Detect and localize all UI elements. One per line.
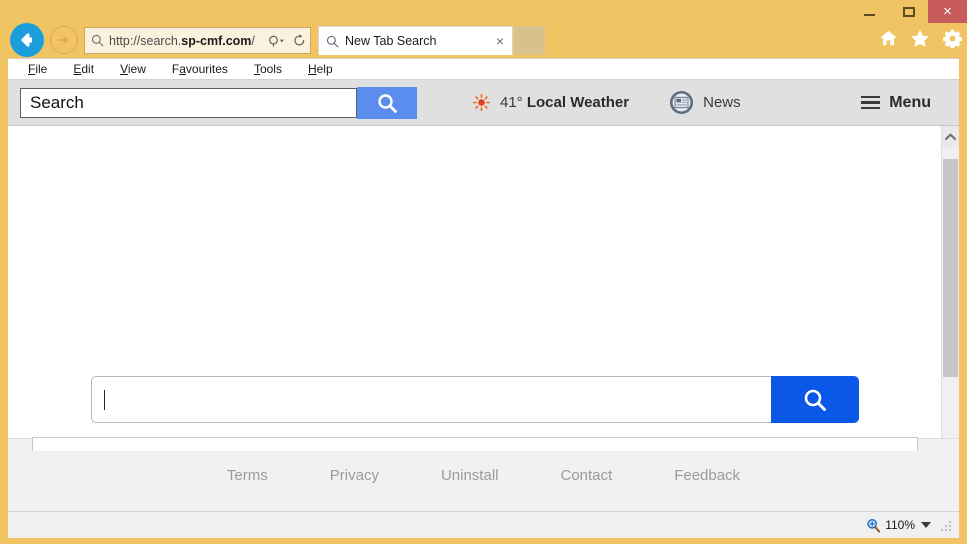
browser-tab[interactable]: New Tab Search × xyxy=(318,26,513,55)
back-button[interactable] xyxy=(10,23,44,57)
menu-bar: File Edit View Favourites Tools Help xyxy=(8,58,959,80)
footer-link-contact[interactable]: Contact xyxy=(560,467,612,484)
title-bar: http://search.sp-cmf.com/ New Tab Search… xyxy=(0,0,967,58)
sun-icon xyxy=(473,94,490,111)
menu-item-tools[interactable]: Tools xyxy=(254,62,282,76)
status-bar: 110% xyxy=(8,511,959,538)
search-area xyxy=(8,376,942,451)
close-button[interactable]: × xyxy=(928,0,967,23)
footer-link-privacy[interactable]: Privacy xyxy=(330,467,379,484)
new-tab-button[interactable] xyxy=(514,26,545,55)
address-bar[interactable]: http://search.sp-cmf.com/ xyxy=(84,27,311,54)
news-widget[interactable]: News xyxy=(669,90,741,115)
newspaper-icon xyxy=(670,90,694,115)
footer-link-feedback[interactable]: Feedback xyxy=(674,467,740,484)
hamburger-icon xyxy=(861,95,881,110)
main-search-button[interactable] xyxy=(771,376,859,423)
toolbar-menu-label: Menu xyxy=(889,93,931,111)
forward-button[interactable] xyxy=(50,26,78,54)
search-icon xyxy=(804,389,826,411)
main-search-input[interactable] xyxy=(91,376,771,423)
scroll-up-button[interactable] xyxy=(942,126,959,148)
zoom-dropdown-icon[interactable] xyxy=(921,522,931,528)
maximize-icon xyxy=(902,6,915,17)
weather-widget[interactable]: 41° Local Weather xyxy=(473,94,629,111)
search-suggestions-panel xyxy=(32,437,918,451)
search-icon xyxy=(378,93,397,113)
resize-grip-icon[interactable] xyxy=(941,519,953,531)
menu-item-view[interactable]: View xyxy=(120,62,146,76)
zoom-control[interactable]: 110% xyxy=(866,518,915,533)
menu-item-help[interactable]: Help xyxy=(308,62,333,76)
address-url: http://search.sp-cmf.com/ xyxy=(109,33,255,48)
menu-item-favourites[interactable]: Favourites xyxy=(172,62,228,76)
menu-item-file[interactable]: File xyxy=(28,62,47,76)
close-icon: × xyxy=(943,3,952,20)
footer-link-terms[interactable]: Terms xyxy=(227,467,268,484)
main-search-box xyxy=(91,376,859,423)
browser-tool-icons xyxy=(877,27,963,49)
toolbar-search-button[interactable] xyxy=(357,86,417,119)
window-controls: × xyxy=(850,0,967,23)
text-caret xyxy=(104,389,105,410)
window-bottom-border xyxy=(0,538,967,544)
zoom-level-label: 110% xyxy=(885,518,915,532)
tab-search-icon xyxy=(326,35,339,48)
vertical-scrollbar[interactable] xyxy=(941,126,959,438)
forward-arrow-icon xyxy=(59,36,69,44)
toolbar-menu-button[interactable]: Menu xyxy=(861,94,931,112)
page-content xyxy=(8,126,959,451)
back-arrow-icon xyxy=(21,33,32,47)
tab-title: New Tab Search xyxy=(345,34,437,48)
toolbar-search-input[interactable]: Search xyxy=(20,87,357,118)
refresh-icon[interactable] xyxy=(293,33,306,48)
weather-text: 41° Local Weather xyxy=(500,94,630,111)
address-search-dropdown-icon[interactable] xyxy=(268,34,288,48)
zoom-in-icon xyxy=(867,518,881,533)
footer-link-uninstall[interactable]: Uninstall xyxy=(441,467,499,484)
home-icon[interactable] xyxy=(877,27,899,49)
maximize-button[interactable] xyxy=(889,0,928,23)
minimize-button[interactable] xyxy=(850,0,889,23)
tab-close-button[interactable]: × xyxy=(493,34,507,48)
news-label: News xyxy=(703,94,741,111)
scrollbar-thumb[interactable] xyxy=(943,159,958,377)
minimize-icon xyxy=(864,14,875,16)
browser-window: http://search.sp-cmf.com/ New Tab Search… xyxy=(0,0,967,544)
menu-item-edit[interactable]: Edit xyxy=(73,62,94,76)
address-search-icon xyxy=(91,34,104,47)
client-area: Search 41° Local Weather News Menu Terms… xyxy=(8,80,959,511)
chevron-up-icon xyxy=(945,133,956,141)
addon-toolbar: Search 41° Local Weather News Menu xyxy=(8,80,959,126)
favorites-star-icon[interactable] xyxy=(909,27,931,49)
settings-gear-icon[interactable] xyxy=(941,27,963,49)
